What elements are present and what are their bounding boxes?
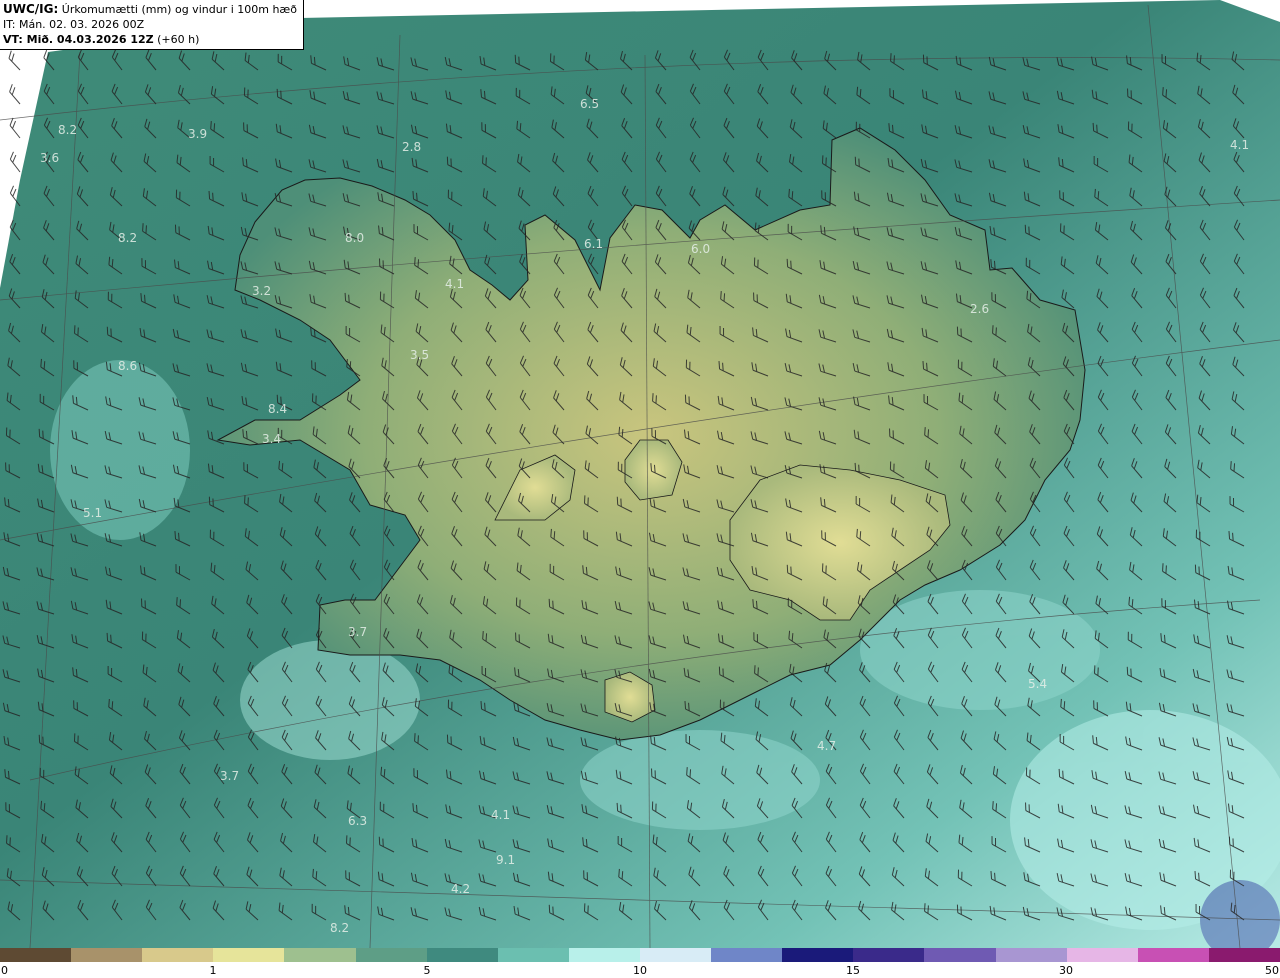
value-label: 8.0	[345, 231, 364, 245]
map-title: Úrkomumætti (mm) og vindur i 100m hæð	[61, 3, 297, 16]
value-label: 3.7	[348, 625, 367, 639]
value-label: 2.8	[402, 140, 421, 154]
colorbar-segment	[711, 948, 783, 962]
colorbar-tick: 15	[846, 964, 860, 977]
colorbar-segment	[639, 948, 712, 962]
value-label: 6.5	[580, 97, 599, 111]
value-label: 8.4	[268, 402, 287, 416]
hofsjokull	[624, 439, 683, 501]
forecast-lead: (+60 h)	[157, 33, 200, 46]
colorbar-segment	[213, 948, 285, 962]
value-label: 5.4	[1028, 677, 1047, 691]
colorbar-segment	[1066, 948, 1138, 962]
colorbar-segment	[142, 948, 214, 962]
value-label: 3.2	[252, 284, 271, 298]
colorbar-tick: 10	[633, 964, 647, 977]
value-label: 4.7	[817, 739, 836, 753]
valid-time: VT: Mið. 04.03.2026 12Z	[3, 33, 154, 46]
value-label: 8.2	[118, 231, 137, 245]
value-label: 3.7	[220, 769, 239, 783]
colorbar-tick: 5	[423, 964, 431, 977]
colorbar-tick: 50	[1265, 964, 1279, 977]
colorbar-segment	[71, 948, 143, 962]
colorbar-segment	[568, 948, 640, 962]
colorbar-segment	[1137, 948, 1209, 962]
colorbar-segment	[426, 948, 498, 962]
value-label: 4.2	[451, 882, 470, 896]
value-label: 6.3	[348, 814, 367, 828]
value-label: 4.1	[1230, 138, 1249, 152]
value-label: 4.1	[445, 277, 464, 291]
model-name: UWC/IG:	[3, 2, 59, 16]
colorbar-segment	[497, 948, 569, 962]
colorbar-segment	[782, 948, 854, 962]
value-label: 3.9	[188, 127, 207, 141]
colorbar-segment	[355, 948, 427, 962]
colorbar-segment	[995, 948, 1067, 962]
colorbar-segment	[853, 948, 925, 962]
value-label: 8.2	[330, 921, 349, 935]
colorbar-segment	[0, 948, 72, 962]
value-label: 8.2	[58, 123, 77, 137]
value-label: 3.4	[262, 432, 281, 446]
value-label: 5.1	[83, 506, 102, 520]
colorbar-tick: 0	[1, 964, 8, 977]
colorbar-tick: 30	[1059, 964, 1073, 977]
value-label: 2.6	[970, 302, 989, 316]
init-time: IT: Mán. 02. 03. 2026 00Z	[3, 18, 145, 31]
forecast-map[interactable]: 6.5 3.9 8.2 3.6 2.8 4.1 8.2 8.0 6.1 6.0 …	[0, 0, 1280, 948]
colorbar-legend: 0 1 5 10 15 30 50	[0, 948, 1280, 978]
value-label: 9.1	[496, 853, 515, 867]
colorbar-segment	[1208, 948, 1280, 962]
value-label: 8.6	[118, 359, 137, 373]
value-label: 4.1	[491, 808, 510, 822]
map-info-box: UWC/IG: Úrkomumætti (mm) og vindur i 100…	[0, 0, 304, 50]
value-label: 6.1	[584, 237, 603, 251]
value-label: 6.0	[691, 242, 710, 256]
colorbar-scale	[0, 948, 1280, 962]
value-label: 3.5	[410, 348, 429, 362]
colorbar-tick: 1	[209, 964, 217, 977]
colorbar-segment	[284, 948, 356, 962]
value-label: 3.6	[40, 151, 59, 165]
colorbar-segment	[924, 948, 996, 962]
